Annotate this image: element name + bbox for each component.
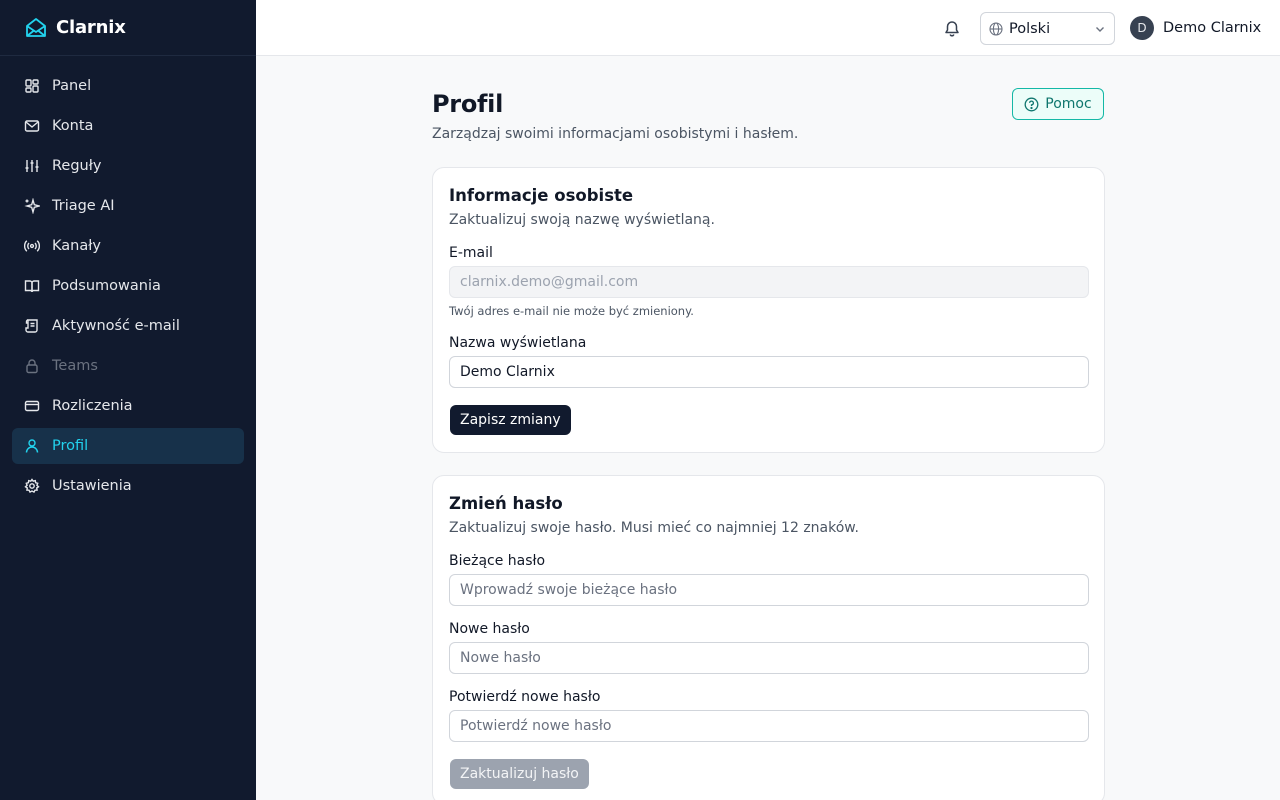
user-icon [24, 438, 40, 454]
book-icon [24, 278, 40, 294]
avatar: D [1130, 16, 1154, 40]
personal-info-card: Informacje osobiste Zaktualizuj swoją na… [432, 167, 1105, 453]
sidebar-item-aktywnosc-email[interactable]: Aktywność e-mail [12, 308, 244, 344]
personal-info-description: Zaktualizuj swoją nazwę wyświetlaną. [449, 212, 715, 228]
envelope-logo-icon [24, 16, 48, 40]
display-name-input[interactable]: Demo Clarnix [449, 356, 1089, 388]
help-button[interactable]: Pomoc [1012, 88, 1104, 120]
sidebar-item-teams: Teams [12, 348, 244, 384]
sidebar-item-label: Triage AI [52, 198, 115, 214]
sidebar-item-label: Kanały [52, 238, 101, 254]
confirm-password-input[interactable]: Potwierdź nowe hasło [449, 710, 1089, 742]
broadcast-icon [24, 238, 40, 254]
bell-icon [943, 19, 961, 37]
chevron-down-icon [1094, 23, 1106, 35]
sidebar-item-label: Rozliczenia [52, 398, 133, 414]
display-name-label: Nazwa wyświetlana [449, 335, 587, 351]
language-select-value: Polski [1009, 20, 1051, 37]
current-password-input[interactable]: Wprowadź swoje bieżące hasło [449, 574, 1089, 606]
current-password-label: Bieżące hasło [449, 553, 546, 569]
page-title: Profil [432, 90, 504, 118]
user-name: Demo Clarnix [1163, 20, 1262, 36]
dashboard-icon [24, 78, 40, 94]
sidebar-item-triage-ai[interactable]: Triage AI [12, 188, 244, 224]
sidebar-item-label: Konta [52, 118, 94, 134]
sidebar-item-profil[interactable]: Profil [12, 428, 244, 464]
gear-icon [24, 478, 40, 494]
sidebar-item-label: Profil [52, 438, 89, 454]
sidebar: Clarnix Panel Konta Reguły Triage AI Kan… [0, 0, 256, 800]
email-label: E-mail [449, 245, 493, 261]
sidebar-item-podsumowania[interactable]: Podsumowania [12, 268, 244, 304]
topbar: Polski D Demo Clarnix [256, 0, 1280, 56]
sidebar-nav: Panel Konta Reguły Triage AI Kanały Pods… [0, 56, 256, 504]
help-button-label: Pomoc [1045, 96, 1092, 112]
mail-icon [24, 118, 40, 134]
help-circle-icon [1024, 97, 1039, 112]
page-subtitle: Zarządzaj swoimi informacjami osobistymi… [432, 126, 799, 142]
sidebar-item-rozliczenia[interactable]: Rozliczenia [12, 388, 244, 424]
globe-icon [989, 21, 1003, 36]
confirm-password-label: Potwierdź nowe hasło [449, 689, 601, 705]
change-password-title: Zmień hasło [449, 494, 563, 513]
sidebar-item-panel[interactable]: Panel [12, 68, 244, 104]
sidebar-item-ustawienia[interactable]: Ustawienia [12, 468, 244, 504]
credit-card-icon [24, 398, 40, 414]
lock-icon [24, 358, 40, 374]
sidebar-item-konta[interactable]: Konta [12, 108, 244, 144]
email-hint: Twój adres e-mail nie może być zmieniony… [449, 304, 694, 318]
scroll-icon [24, 318, 40, 334]
sidebar-item-label: Aktywność e-mail [52, 318, 180, 334]
change-password-description: Zaktualizuj swoje hasło. Musi mieć co na… [449, 520, 859, 536]
sparkles-icon [24, 198, 40, 214]
personal-info-title: Informacje osobiste [449, 186, 634, 205]
language-select[interactable]: Polski [980, 12, 1115, 45]
sidebar-item-label: Ustawienia [52, 478, 132, 494]
brand[interactable]: Clarnix [0, 0, 256, 56]
sidebar-item-label: Teams [52, 358, 98, 374]
update-password-button: Zaktualizuj hasło [450, 759, 589, 789]
new-password-input[interactable]: Nowe hasło [449, 642, 1089, 674]
sidebar-item-label: Reguły [52, 158, 102, 174]
notifications-button[interactable] [940, 16, 964, 40]
sidebar-item-kanaly[interactable]: Kanały [12, 228, 244, 264]
brand-name: Clarnix [56, 17, 126, 38]
email-field: clarnix.demo@gmail.com [449, 266, 1089, 298]
change-password-card: Zmień hasło Zaktualizuj swoje hasło. Mus… [432, 475, 1105, 800]
sidebar-item-label: Panel [52, 78, 92, 94]
sliders-icon [24, 158, 40, 174]
new-password-label: Nowe hasło [449, 621, 530, 637]
user-menu[interactable]: D Demo Clarnix [1130, 16, 1261, 40]
save-changes-button[interactable]: Zapisz zmiany [450, 405, 571, 435]
sidebar-item-label: Podsumowania [52, 278, 161, 294]
sidebar-item-reguly[interactable]: Reguły [12, 148, 244, 184]
